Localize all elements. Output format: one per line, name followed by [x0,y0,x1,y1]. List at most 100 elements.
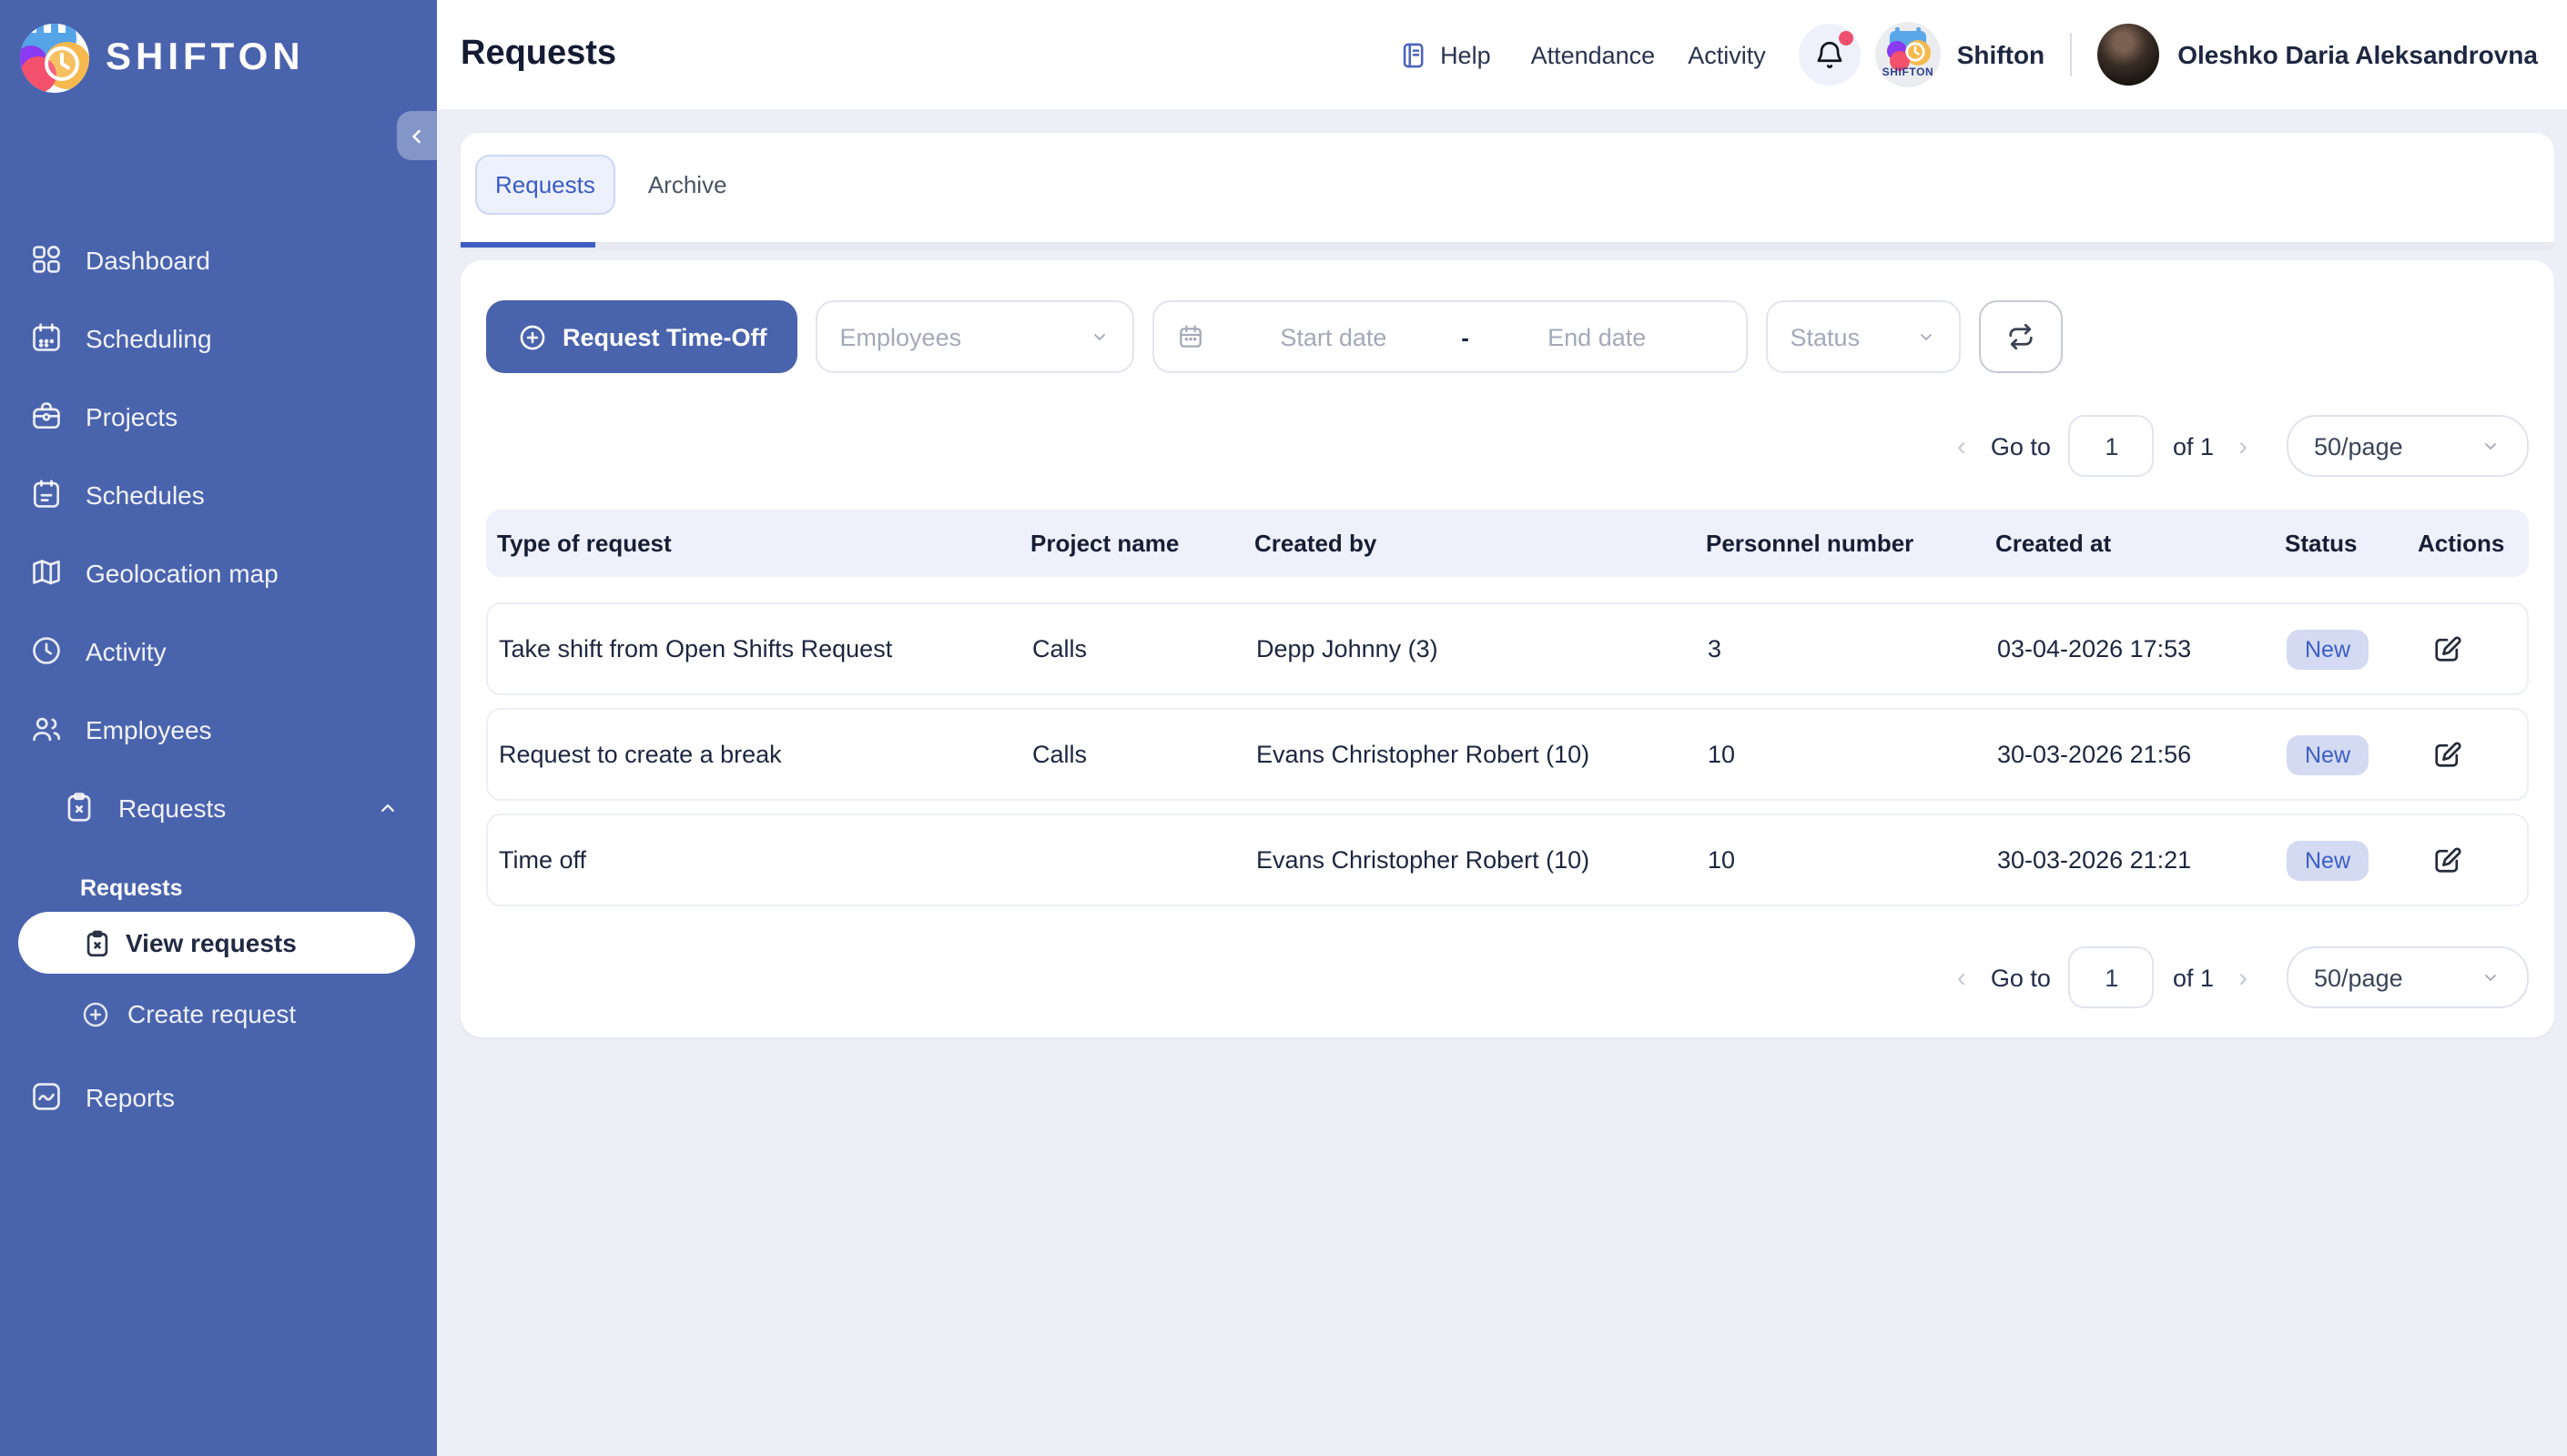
tab-archive[interactable]: Archive [637,171,738,198]
attendance-link[interactable]: Attendance [1531,41,1656,68]
help-menu[interactable]: Help [1398,39,1491,70]
request-time-off-label: Request Time-Off [563,323,767,350]
column-header: Created by [1254,530,1706,557]
column-header: Created at [1995,530,2285,557]
go-to-label: Go to [1991,964,2051,991]
sidebar-item-view-requests[interactable]: View requests [18,912,415,974]
table-row[interactable]: Take shift from Open Shifts Request Call… [486,602,2529,695]
column-header: Personnel number [1706,530,1995,557]
page-size-value: 50/page [2314,964,2403,991]
sidebar-item-dashboard[interactable]: Dashboard [0,220,437,298]
clock-icon [29,633,64,668]
edit-request-button[interactable] [2430,838,2474,882]
prev-page-button[interactable]: ‹ [1951,430,1973,461]
column-header: Actions [2418,530,2529,557]
chevron-down-icon [2480,435,2501,457]
status-badge: New [2287,629,2369,669]
status-badge: New [2287,734,2369,774]
user-avatar[interactable] [2097,24,2159,86]
sidebar-item-label: Geolocation map [86,558,279,587]
edit-request-button[interactable] [2430,627,2474,671]
requests-group-label: Requests [0,872,437,905]
filter-bar: Request Time-Off Employees Start date - … [486,300,2529,373]
company-avatar[interactable]: SHIFTON [1875,22,1941,87]
app-window: SHIFTON Dashboard Scheduling Projects Sc… [0,0,2567,1456]
status-placeholder: Status [1791,323,1861,350]
sidebar-item-create-request[interactable]: Create request [0,983,437,1045]
cell-created-at: 03-04-2026 17:53 [1997,635,2287,662]
help-book-icon [1398,39,1429,70]
chevron-up-icon [375,794,401,820]
pagination-bottom: ‹ Go to of 1 › 50/page [486,946,2529,1008]
sidebar-item-activity[interactable]: Activity [0,612,437,690]
next-page-button[interactable]: › [2232,430,2254,461]
page-size-select[interactable]: 50/page [2287,415,2529,477]
sidebar-item-label: Projects [86,401,178,430]
edit-request-button[interactable] [2430,733,2474,776]
cell-created-at: 30-03-2026 21:21 [1997,846,2287,874]
sidebar-item-label: Reports [86,1082,175,1111]
cell-created-at: 30-03-2026 21:56 [1997,741,2287,768]
status-badge: New [2287,840,2369,880]
page-size-select[interactable]: 50/page [2287,946,2529,1008]
column-header: Status [2285,530,2418,557]
tab-requests[interactable]: Requests [475,155,615,215]
cell-type-of-request: Request to create a break [499,741,1032,768]
of-pages-label: of 1 [2173,964,2214,991]
page-title: Requests [461,0,616,109]
sidebar-item-label: Schedules [86,480,205,509]
request-time-off-button[interactable]: Request Time-Off [486,300,798,373]
table-header: Type of request Project name Created by … [486,510,2529,577]
sidebar-item-projects[interactable]: Projects [0,377,437,455]
start-date-placeholder: Start date [1206,323,1462,350]
notifications-button[interactable] [1799,24,1861,86]
sidebar-collapse-button[interactable] [397,111,437,160]
sidebar-item-schedules[interactable]: Schedules [0,455,437,533]
svg-text:SHIFTON: SHIFTON [1882,66,1933,78]
sidebar-item-label: Dashboard [86,245,210,274]
employees-select[interactable]: Employees [817,300,1135,373]
page-number-input[interactable] [2069,415,2155,477]
sidebar-item-geolocation-map[interactable]: Geolocation map [0,533,437,612]
reset-filters-button[interactable] [1980,300,2064,373]
sidebar: SHIFTON Dashboard Scheduling Projects Sc… [0,0,437,1456]
users-icon [29,712,64,746]
calendar-lines-icon [29,477,64,511]
page-number-input[interactable] [2069,946,2155,1008]
topbar: Requests Help Attendance Activity [437,0,2567,109]
calendar-icon [1177,322,1206,351]
plus-circle-icon [517,321,548,352]
table-row[interactable]: Request to create a break Calls Evans Ch… [486,708,2529,801]
chevron-down-icon [1916,326,1938,348]
divider [2070,33,2072,76]
main-content: Requests Archive Request Time-Off Employ… [437,109,2567,1456]
sidebar-item-requests[interactable]: Requests [0,768,437,846]
company-name[interactable]: Shifton [1957,40,2044,69]
table-row[interactable]: Time off Evans Christopher Robert (10) 1… [486,814,2529,906]
cell-created-by: Depp Johnny (3) [1256,635,1708,662]
sidebar-item-reports[interactable]: Reports [0,1057,437,1136]
activity-link[interactable]: Activity [1688,41,1766,68]
cell-type-of-request: Take shift from Open Shifts Request [499,635,1032,662]
of-pages-label: of 1 [2173,432,2214,460]
shifton-logo-icon [20,24,89,93]
active-tab-indicator [461,242,595,248]
status-select[interactable]: Status [1767,300,1962,373]
topbar-actions: Help Attendance Activity [1398,0,2538,109]
cell-type-of-request: Time off [499,846,1032,874]
end-date-placeholder: End date [1469,323,1725,350]
date-range-input[interactable]: Start date - End date [1153,300,1749,373]
plus-circle-icon [80,998,111,1029]
sidebar-item-label: Activity [86,636,167,665]
prev-page-button[interactable]: ‹ [1951,962,1973,993]
sidebar-item-label: Create request [127,999,296,1028]
user-name[interactable]: Oleshko Daria Aleksandrovna [2177,40,2538,69]
calendar-icon [29,320,64,355]
brand[interactable]: SHIFTON [20,24,305,93]
next-page-button[interactable]: › [2232,962,2254,993]
sidebar-item-scheduling[interactable]: Scheduling [0,298,437,377]
sidebar-item-label: View requests [126,928,297,957]
cell-personnel-number: 10 [1708,741,1997,768]
sidebar-item-employees[interactable]: Employees [0,690,437,768]
edit-pencil-icon [2430,844,2463,876]
